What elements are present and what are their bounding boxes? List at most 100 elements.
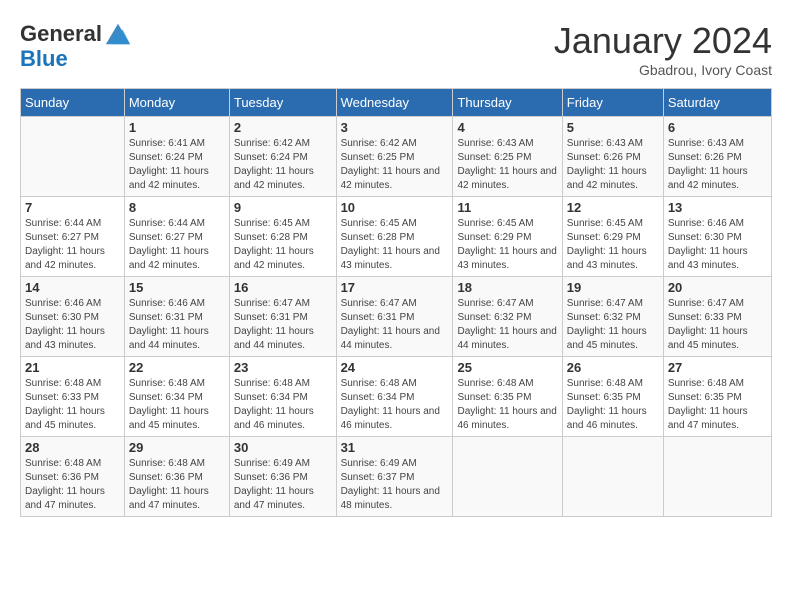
day-number: 31 xyxy=(341,440,449,455)
day-number: 8 xyxy=(129,200,225,215)
day-info: Sunrise: 6:46 AM Sunset: 6:30 PM Dayligh… xyxy=(668,217,767,273)
day-number: 24 xyxy=(341,360,449,375)
day-number: 15 xyxy=(129,280,225,295)
day-number: 11 xyxy=(457,200,557,215)
day-info: Sunrise: 6:48 AM Sunset: 6:34 PM Dayligh… xyxy=(129,377,225,433)
calendar-cell: 11 Sunrise: 6:45 AM Sunset: 6:29 PM Dayli… xyxy=(453,197,562,277)
calendar-cell: 26 Sunrise: 6:48 AM Sunset: 6:35 PM Dayli… xyxy=(562,357,663,437)
calendar-cell: 13 Sunrise: 6:46 AM Sunset: 6:30 PM Dayli… xyxy=(663,197,771,277)
day-info: Sunrise: 6:46 AM Sunset: 6:30 PM Dayligh… xyxy=(25,297,120,353)
day-number: 18 xyxy=(457,280,557,295)
day-info: Sunrise: 6:49 AM Sunset: 6:36 PM Dayligh… xyxy=(234,457,332,513)
day-number: 30 xyxy=(234,440,332,455)
day-number: 16 xyxy=(234,280,332,295)
day-info: Sunrise: 6:43 AM Sunset: 6:25 PM Dayligh… xyxy=(457,137,557,193)
day-info: Sunrise: 6:45 AM Sunset: 6:29 PM Dayligh… xyxy=(457,217,557,273)
column-header-monday: Monday xyxy=(124,89,229,117)
logo-icon xyxy=(104,20,132,48)
calendar-cell: 7 Sunrise: 6:44 AM Sunset: 6:27 PM Daylig… xyxy=(21,197,125,277)
day-number: 9 xyxy=(234,200,332,215)
calendar-cell: 31Sunrise: 6:49 AM Sunset: 6:37 PM Dayli… xyxy=(336,437,453,517)
week-row-1: 1 Sunrise: 6:41 AM Sunset: 6:24 PM Daylig… xyxy=(21,117,772,197)
day-info: Sunrise: 6:42 AM Sunset: 6:25 PM Dayligh… xyxy=(341,137,449,193)
day-info: Sunrise: 6:47 AM Sunset: 6:31 PM Dayligh… xyxy=(234,297,332,353)
day-info: Sunrise: 6:44 AM Sunset: 6:27 PM Dayligh… xyxy=(25,217,120,273)
day-number: 12 xyxy=(567,200,659,215)
day-number: 4 xyxy=(457,120,557,135)
day-number: 7 xyxy=(25,200,120,215)
calendar-table: SundayMondayTuesdayWednesdayThursdayFrid… xyxy=(20,88,772,517)
day-info: Sunrise: 6:47 AM Sunset: 6:33 PM Dayligh… xyxy=(668,297,767,353)
day-number: 2 xyxy=(234,120,332,135)
title-section: January 2024 Gbadrou, Ivory Coast xyxy=(554,20,772,78)
calendar-cell: 17Sunrise: 6:47 AM Sunset: 6:31 PM Dayli… xyxy=(336,277,453,357)
calendar-cell: 12 Sunrise: 6:45 AM Sunset: 6:29 PM Dayli… xyxy=(562,197,663,277)
calendar-cell xyxy=(453,437,562,517)
column-header-friday: Friday xyxy=(562,89,663,117)
calendar-cell: 28Sunrise: 6:48 AM Sunset: 6:36 PM Dayli… xyxy=(21,437,125,517)
day-info: Sunrise: 6:43 AM Sunset: 6:26 PM Dayligh… xyxy=(668,137,767,193)
day-number: 29 xyxy=(129,440,225,455)
calendar-cell: 8Sunrise: 6:44 AM Sunset: 6:27 PM Daylig… xyxy=(124,197,229,277)
calendar-cell: 30 Sunrise: 6:49 AM Sunset: 6:36 PM Dayli… xyxy=(229,437,336,517)
calendar-cell: 27 Sunrise: 6:48 AM Sunset: 6:35 PM Dayli… xyxy=(663,357,771,437)
page-header: General Blue January 2024 Gbadrou, Ivory… xyxy=(20,20,772,78)
calendar-cell: 25 Sunrise: 6:48 AM Sunset: 6:35 PM Dayli… xyxy=(453,357,562,437)
calendar-cell: 16 Sunrise: 6:47 AM Sunset: 6:31 PM Dayli… xyxy=(229,277,336,357)
calendar-cell: 5Sunrise: 6:43 AM Sunset: 6:26 PM Daylig… xyxy=(562,117,663,197)
day-number: 28 xyxy=(25,440,120,455)
day-info: Sunrise: 6:45 AM Sunset: 6:28 PM Dayligh… xyxy=(341,217,449,273)
day-number: 22 xyxy=(129,360,225,375)
calendar-cell: 9 Sunrise: 6:45 AM Sunset: 6:28 PM Daylig… xyxy=(229,197,336,277)
week-row-2: 7 Sunrise: 6:44 AM Sunset: 6:27 PM Daylig… xyxy=(21,197,772,277)
calendar-cell: 2 Sunrise: 6:42 AM Sunset: 6:24 PM Daylig… xyxy=(229,117,336,197)
calendar-cell xyxy=(663,437,771,517)
day-number: 14 xyxy=(25,280,120,295)
day-info: Sunrise: 6:47 AM Sunset: 6:32 PM Dayligh… xyxy=(567,297,659,353)
day-info: Sunrise: 6:48 AM Sunset: 6:35 PM Dayligh… xyxy=(567,377,659,433)
day-info: Sunrise: 6:47 AM Sunset: 6:32 PM Dayligh… xyxy=(457,297,557,353)
day-number: 13 xyxy=(668,200,767,215)
day-info: Sunrise: 6:48 AM Sunset: 6:35 PM Dayligh… xyxy=(668,377,767,433)
day-info: Sunrise: 6:41 AM Sunset: 6:24 PM Dayligh… xyxy=(129,137,225,193)
column-header-wednesday: Wednesday xyxy=(336,89,453,117)
calendar-cell: 22 Sunrise: 6:48 AM Sunset: 6:34 PM Dayli… xyxy=(124,357,229,437)
calendar-cell: 14 Sunrise: 6:46 AM Sunset: 6:30 PM Dayli… xyxy=(21,277,125,357)
calendar-cell: 19 Sunrise: 6:47 AM Sunset: 6:32 PM Dayli… xyxy=(562,277,663,357)
day-info: Sunrise: 6:48 AM Sunset: 6:34 PM Dayligh… xyxy=(234,377,332,433)
day-info: Sunrise: 6:45 AM Sunset: 6:28 PM Dayligh… xyxy=(234,217,332,273)
day-number: 1 xyxy=(129,120,225,135)
calendar-cell: 1 Sunrise: 6:41 AM Sunset: 6:24 PM Daylig… xyxy=(124,117,229,197)
day-number: 10 xyxy=(341,200,449,215)
day-info: Sunrise: 6:43 AM Sunset: 6:26 PM Dayligh… xyxy=(567,137,659,193)
day-number: 23 xyxy=(234,360,332,375)
day-number: 27 xyxy=(668,360,767,375)
day-info: Sunrise: 6:48 AM Sunset: 6:35 PM Dayligh… xyxy=(457,377,557,433)
calendar-cell: 6Sunrise: 6:43 AM Sunset: 6:26 PM Daylig… xyxy=(663,117,771,197)
day-number: 17 xyxy=(341,280,449,295)
week-row-5: 28 Sunrise: 6:48 AM Sunset: 6:36 PM Dayli… xyxy=(21,437,772,517)
day-info: Sunrise: 6:48 AM Sunset: 6:36 PM Dayligh… xyxy=(129,457,225,513)
day-number: 20 xyxy=(668,280,767,295)
day-number: 26 xyxy=(567,360,659,375)
day-info: Sunrise: 6:45 AM Sunset: 6:29 PM Dayligh… xyxy=(567,217,659,273)
calendar-cell: 29 Sunrise: 6:48 AM Sunset: 6:36 PM Dayli… xyxy=(124,437,229,517)
calendar-cell: 24 Sunrise: 6:48 AM Sunset: 6:34 PM Dayli… xyxy=(336,357,453,437)
day-info: Sunrise: 6:48 AM Sunset: 6:34 PM Dayligh… xyxy=(341,377,449,433)
day-number: 25 xyxy=(457,360,557,375)
month-title: January 2024 xyxy=(554,20,772,62)
day-info: Sunrise: 6:42 AM Sunset: 6:24 PM Dayligh… xyxy=(234,137,332,193)
day-info: Sunrise: 6:48 AM Sunset: 6:33 PM Dayligh… xyxy=(25,377,120,433)
calendar-cell: 21 Sunrise: 6:48 AM Sunset: 6:33 PM Dayli… xyxy=(21,357,125,437)
day-info: Sunrise: 6:46 AM Sunset: 6:31 PM Dayligh… xyxy=(129,297,225,353)
column-header-sunday: Sunday xyxy=(21,89,125,117)
week-row-4: 21 Sunrise: 6:48 AM Sunset: 6:33 PM Dayli… xyxy=(21,357,772,437)
week-row-3: 14 Sunrise: 6:46 AM Sunset: 6:30 PM Dayli… xyxy=(21,277,772,357)
calendar-cell: 20 Sunrise: 6:47 AM Sunset: 6:33 PM Dayli… xyxy=(663,277,771,357)
day-number: 19 xyxy=(567,280,659,295)
location-subtitle: Gbadrou, Ivory Coast xyxy=(554,62,772,78)
calendar-cell: 18 Sunrise: 6:47 AM Sunset: 6:32 PM Dayli… xyxy=(453,277,562,357)
calendar-header-row: SundayMondayTuesdayWednesdayThursdayFrid… xyxy=(21,89,772,117)
column-header-saturday: Saturday xyxy=(663,89,771,117)
day-number: 21 xyxy=(25,360,120,375)
